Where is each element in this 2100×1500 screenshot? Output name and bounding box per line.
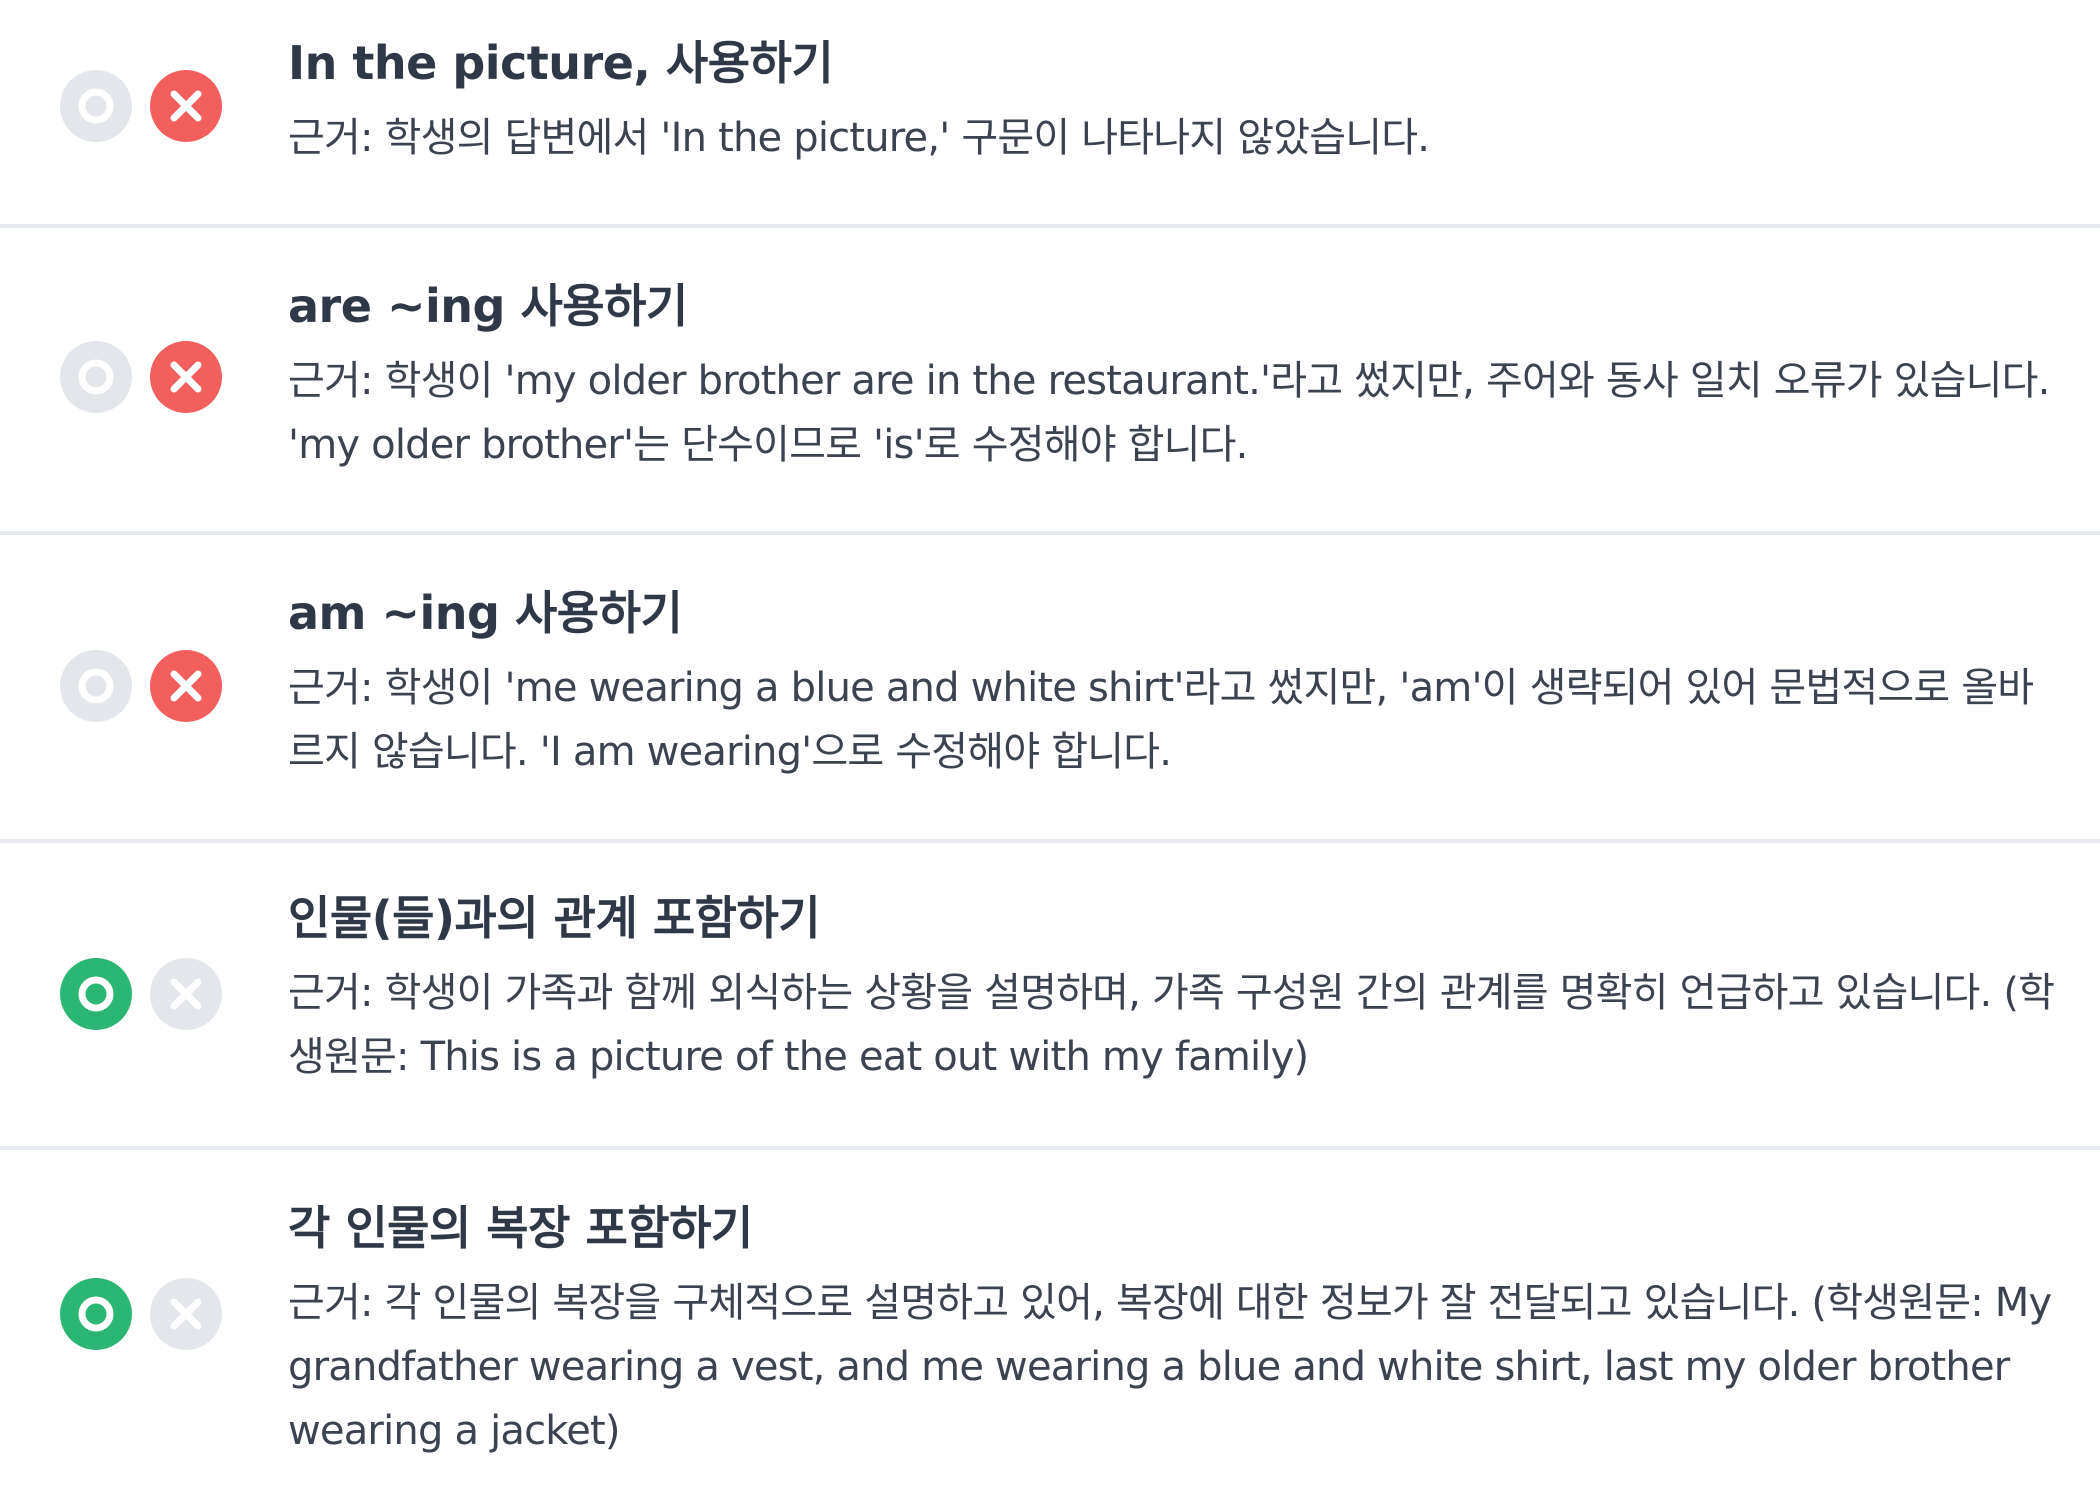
criterion-title: 인물(들)과의 관계 포함하기 [288,891,821,945]
criterion-content: 인물(들)과의 관계 포함하기 근거: 학생이 가족과 함께 외식하는 상황을 … [288,885,2060,1089]
criterion-item: 인물(들)과의 관계 포함하기 근거: 학생이 가족과 함께 외식하는 상황을 … [0,843,2100,1150]
criterion-title: are ~ing 사용하기 [288,279,688,333]
criterion-item: are ~ing 사용하기 근거: 학생이 'my older brother … [0,228,2100,535]
criterion-reason: 근거: 각 인물의 복장을 구체적으로 설명하고 있어, 복장에 대한 정보가 … [288,1280,2052,1454]
fail-button[interactable] [150,1278,222,1350]
evaluation-criteria-list: In the picture, 사용하기 근거: 학생의 답변에서 'In th… [0,0,2100,1500]
criterion-item: am ~ing 사용하기 근거: 학생이 'me wearing a blue … [0,535,2100,843]
criterion-title: am ~ing 사용하기 [288,586,683,640]
circle-o-icon [78,1296,114,1332]
pass-button[interactable] [60,1278,132,1350]
x-icon [170,1298,202,1330]
pass-fail-toggle [60,341,222,413]
criterion-reason: 근거: 학생이 'me wearing a blue and white shi… [288,665,2034,775]
criterion-content: are ~ing 사용하기 근거: 학생이 'my older brother … [288,273,2060,477]
fail-button[interactable] [150,70,222,142]
circle-o-icon [78,88,114,124]
criterion-title: In the picture, 사용하기 [288,36,834,90]
criterion-item: In the picture, 사용하기 근거: 학생의 답변에서 'In th… [0,0,2100,228]
x-icon [170,90,202,122]
pass-fail-toggle [60,650,222,722]
pass-fail-toggle [60,1278,222,1350]
circle-o-icon [78,976,114,1012]
pass-fail-toggle [60,958,222,1030]
pass-fail-toggle [60,70,222,142]
pass-button[interactable] [60,341,132,413]
criterion-content: am ~ing 사용하기 근거: 학생이 'me wearing a blue … [288,580,2060,784]
criterion-content: In the picture, 사용하기 근거: 학생의 답변에서 'In th… [288,30,2060,170]
criterion-title: 각 인물의 복장 포함하기 [288,1201,753,1255]
x-icon [170,670,202,702]
criterion-reason: 근거: 학생이 'my older brother are in the res… [288,358,2050,468]
fail-button[interactable] [150,341,222,413]
circle-o-icon [78,668,114,704]
criterion-reason: 근거: 학생의 답변에서 'In the picture,' 구문이 나타나지 … [288,115,1430,161]
x-icon [170,978,202,1010]
x-icon [170,361,202,393]
pass-button[interactable] [60,958,132,1030]
pass-button[interactable] [60,650,132,722]
criterion-reason: 근거: 학생이 가족과 함께 외식하는 상황을 설명하며, 가족 구성원 간의 … [288,970,2055,1080]
criterion-content: 각 인물의 복장 포함하기 근거: 각 인물의 복장을 구체적으로 설명하고 있… [288,1195,2060,1463]
pass-button[interactable] [60,70,132,142]
fail-button[interactable] [150,958,222,1030]
circle-o-icon [78,359,114,395]
criterion-item: 각 인물의 복장 포함하기 근거: 각 인물의 복장을 구체적으로 설명하고 있… [0,1150,2100,1500]
fail-button[interactable] [150,650,222,722]
